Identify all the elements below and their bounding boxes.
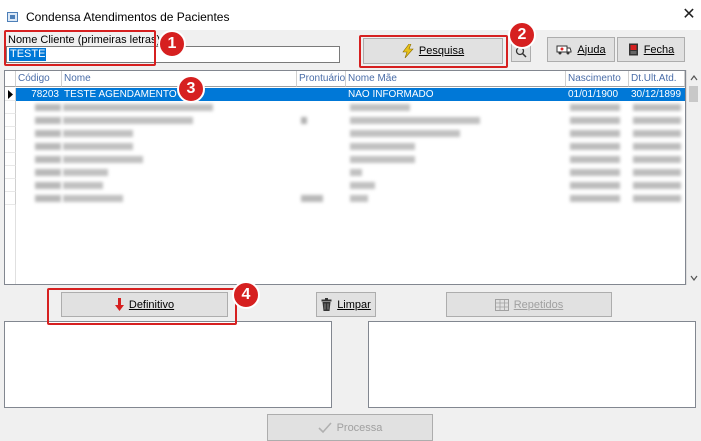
table-row-redacted[interactable] bbox=[5, 114, 685, 127]
ambulance-icon bbox=[556, 45, 572, 55]
cell-nascimento: 01/01/1900 bbox=[568, 89, 619, 100]
scroll-up-icon[interactable] bbox=[688, 74, 700, 82]
cell-dt-ult-atd: 30/12/1899 bbox=[631, 89, 682, 100]
col-header-nascimento[interactable]: Nascimento bbox=[566, 71, 629, 87]
table-row-redacted[interactable] bbox=[5, 179, 685, 192]
door-exit-icon bbox=[628, 43, 638, 56]
table-row-redacted[interactable] bbox=[5, 166, 685, 179]
fecha-button[interactable]: Fecha bbox=[617, 37, 685, 62]
table-row-redacted[interactable] bbox=[5, 101, 685, 114]
grid-vertical-scrollbar[interactable] bbox=[686, 70, 700, 285]
row-indicator bbox=[5, 88, 16, 101]
cell-nome-mae: NAO INFORMADO bbox=[348, 89, 434, 100]
cell-codigo: 78203 bbox=[31, 89, 59, 100]
callout-box-1 bbox=[4, 30, 156, 66]
fecha-label: Fecha bbox=[643, 43, 675, 56]
table-row-redacted[interactable] bbox=[5, 140, 685, 153]
close-icon[interactable]: ✕ bbox=[680, 6, 698, 24]
annotation-badge-3: 3 bbox=[177, 75, 205, 103]
scroll-thumb[interactable] bbox=[689, 86, 698, 102]
col-header-nome-mae[interactable]: Nome Mãe bbox=[346, 71, 566, 87]
checkmark-icon bbox=[317, 421, 332, 433]
annotation-badge-1: 1 bbox=[158, 30, 186, 58]
col-header-prontuario[interactable]: Prontuário bbox=[297, 71, 346, 87]
col-header-codigo[interactable]: Código bbox=[16, 71, 62, 87]
left-detail-panel[interactable] bbox=[4, 321, 332, 408]
table-row-redacted[interactable] bbox=[5, 153, 685, 166]
ajuda-label: Ajuda bbox=[577, 43, 606, 56]
table-row-redacted[interactable] bbox=[5, 127, 685, 140]
app-icon bbox=[7, 12, 18, 22]
callout-box-4 bbox=[47, 288, 237, 325]
col-header-dt-ult-atd[interactable]: Dt.Ult.Atd. bbox=[629, 71, 685, 87]
limpar-button[interactable]: Limpar bbox=[316, 292, 376, 317]
limpar-label: Limpar bbox=[337, 298, 371, 311]
ajuda-button[interactable]: Ajuda bbox=[547, 37, 615, 62]
annotation-badge-2: 2 bbox=[508, 21, 536, 49]
table-row-redacted[interactable] bbox=[5, 192, 685, 205]
processa-label: Processa bbox=[336, 421, 383, 434]
window-title: Condensa Atendimentos de Pacientes bbox=[26, 10, 230, 24]
annotation-badge-4: 4 bbox=[232, 281, 260, 309]
repetidos-button[interactable]: Repetidos bbox=[446, 292, 612, 317]
table-row[interactable]: 78203 TESTE AGENDAMENTO NAO INFORMADO 01… bbox=[5, 88, 685, 101]
duplicate-grid-icon bbox=[494, 298, 509, 311]
patients-grid[interactable]: Código Nome Prontuário Nome Mãe Nascimen… bbox=[4, 70, 686, 285]
callout-box-2 bbox=[359, 35, 508, 68]
right-detail-panel[interactable] bbox=[368, 321, 696, 408]
repetidos-label: Repetidos bbox=[513, 298, 564, 311]
grid-corner bbox=[5, 71, 16, 87]
current-row-arrow-icon bbox=[8, 90, 13, 99]
processa-button[interactable]: Processa bbox=[267, 414, 433, 441]
scroll-down-icon[interactable] bbox=[688, 274, 700, 282]
trash-icon bbox=[321, 298, 332, 311]
cell-prontuario bbox=[297, 88, 346, 101]
